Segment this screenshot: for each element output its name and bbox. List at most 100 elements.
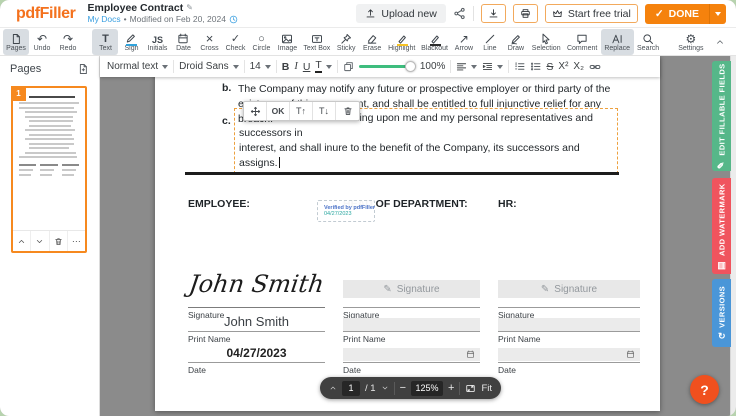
tab-edit-fillable-fields[interactable]: ✎EDIT FILLABLE FIELDS: [712, 61, 731, 171]
fit-button[interactable]: Fit: [481, 383, 492, 394]
done-dropdown-button[interactable]: [709, 4, 726, 24]
move-page-down-button[interactable]: [31, 231, 49, 251]
history-clock-icon[interactable]: [229, 15, 238, 24]
tool-highlight[interactable]: Highlight: [385, 29, 418, 55]
tool-pages[interactable]: Pages: [3, 29, 29, 55]
tool-redo[interactable]: ↷ Redo: [55, 29, 81, 55]
tool-image[interactable]: Image: [274, 29, 300, 55]
edit-fields-icon: ✎: [716, 159, 726, 169]
start-free-trial-button[interactable]: Start free trial: [545, 4, 638, 23]
paragraph-style-dropdown[interactable]: Normal text: [107, 61, 168, 72]
font-color-dropdown[interactable]: T: [315, 60, 331, 74]
subscript-button[interactable]: X₂: [573, 61, 584, 72]
verified-date: 04/27/2023: [324, 211, 375, 217]
tool-sign[interactable]: Sign: [118, 29, 144, 55]
sign-pen-icon: [125, 32, 137, 45]
tool-arrow[interactable]: ↗ Arrow: [451, 29, 477, 55]
increase-font-button[interactable]: T↑: [290, 102, 313, 120]
pdffiller-logo[interactable]: pdfFiller: [16, 5, 76, 23]
bold-button[interactable]: B: [282, 61, 290, 73]
move-page-up-button[interactable]: [13, 231, 31, 251]
tool-check[interactable]: ✓ Check: [222, 29, 248, 55]
align-dropdown[interactable]: [456, 61, 477, 72]
zoom-level-input[interactable]: 125%: [411, 381, 443, 396]
document-page[interactable]: b. The Company may notify any future or …: [155, 56, 660, 411]
tool-cross[interactable]: × Cross: [196, 29, 222, 55]
add-page-icon[interactable]: [77, 63, 89, 75]
move-field-button[interactable]: [244, 102, 267, 120]
employee-signature-value[interactable]: John Smith: [186, 270, 327, 298]
tab-add-watermark[interactable]: ▤ADD WATERMARK: [712, 178, 731, 274]
next-page-button[interactable]: [381, 384, 389, 392]
tool-line[interactable]: Line: [477, 29, 503, 55]
done-split-button: ✓ DONE: [645, 4, 726, 24]
search-icon: [642, 32, 654, 45]
superscript-button[interactable]: X²: [558, 61, 568, 72]
chevron-down-icon: [471, 65, 477, 69]
my-docs-link[interactable]: My Docs: [88, 15, 121, 24]
page-total: / 1: [365, 383, 376, 394]
page-thumbnail-preview[interactable]: [13, 88, 85, 230]
tool-date[interactable]: Date: [170, 29, 196, 55]
tool-text[interactable]: T Text: [92, 29, 118, 55]
font-size-dropdown[interactable]: 14: [250, 61, 271, 72]
delete-page-button[interactable]: [50, 231, 68, 251]
decrease-font-button[interactable]: T↓: [313, 102, 336, 120]
tool-undo[interactable]: ↶ Undo: [29, 29, 55, 55]
zoom-out-button[interactable]: −: [400, 382, 406, 394]
hr-print-name-field[interactable]: [498, 318, 640, 331]
hod-date-field[interactable]: [343, 348, 480, 361]
hod-signature-field[interactable]: ✎ Signature: [343, 280, 480, 298]
current-page-input[interactable]: 1: [342, 381, 360, 396]
collapse-toolbar-chevron-icon[interactable]: [715, 37, 725, 47]
link-icon[interactable]: [589, 61, 601, 73]
numbered-list-icon[interactable]: [514, 61, 525, 72]
tool-initials[interactable]: JS Initials: [144, 29, 170, 55]
delete-field-button[interactable]: [336, 102, 359, 120]
download-button[interactable]: [481, 4, 506, 23]
opacity-slider[interactable]: [359, 65, 411, 68]
rename-pencil-icon[interactable]: ✎: [186, 4, 193, 13]
indent-dropdown[interactable]: [482, 61, 503, 72]
hod-print-name-field[interactable]: [343, 318, 480, 331]
page-thumbnail-card[interactable]: 1: [11, 86, 87, 253]
help-button[interactable]: ?: [690, 375, 719, 404]
redo-icon: ↷: [63, 32, 73, 45]
slider-knob[interactable]: [405, 61, 416, 72]
tool-blackout[interactable]: Blackout: [418, 29, 451, 55]
tool-sticky[interactable]: Sticky: [333, 29, 359, 55]
font-family-dropdown[interactable]: Droid Sans: [179, 61, 238, 72]
copy-style-icon[interactable]: [343, 61, 354, 72]
tab-versions[interactable]: ↻VERSIONS: [712, 279, 731, 347]
upload-new-button[interactable]: Upload new: [356, 4, 445, 23]
share-icon[interactable]: [453, 7, 466, 20]
tool-circle[interactable]: ○ Circle: [248, 29, 274, 55]
underline-button[interactable]: U: [303, 61, 311, 73]
tool-text-box[interactable]: Text Box: [300, 29, 333, 55]
top-header: pdfFiller Employee Contract ✎ My Docs • …: [0, 0, 736, 28]
tool-replace[interactable]: Replace: [601, 29, 634, 55]
previous-page-button[interactable]: [329, 384, 337, 392]
tool-comment[interactable]: Comment: [563, 29, 600, 55]
tool-selection[interactable]: Selection: [529, 29, 564, 55]
print-button[interactable]: [513, 4, 538, 23]
employee-date-value[interactable]: 04/27/2023: [188, 346, 325, 360]
blackout-icon: [429, 32, 441, 45]
employee-print-name-value[interactable]: John Smith: [188, 314, 325, 329]
done-button[interactable]: ✓ DONE: [645, 4, 709, 24]
ok-button[interactable]: OK: [267, 102, 290, 120]
tool-draw[interactable]: Draw: [503, 29, 529, 55]
tool-settings[interactable]: ⚙ Settings: [675, 29, 707, 55]
tool-erase[interactable]: Erase: [359, 29, 385, 55]
page-more-options-button[interactable]: ⋯: [68, 231, 85, 251]
hr-date-field[interactable]: [498, 348, 640, 361]
strikethrough-button[interactable]: S: [546, 61, 553, 73]
bullet-list-icon[interactable]: [530, 61, 541, 72]
calendar-icon: [626, 350, 635, 359]
italic-button[interactable]: I: [294, 61, 298, 72]
zoom-in-button[interactable]: +: [448, 382, 454, 394]
document-info: Employee Contract ✎ My Docs • Modified o…: [88, 3, 238, 25]
tool-search[interactable]: Search: [634, 29, 663, 55]
divider: [473, 6, 474, 21]
hr-signature-field[interactable]: ✎ Signature: [498, 280, 640, 298]
